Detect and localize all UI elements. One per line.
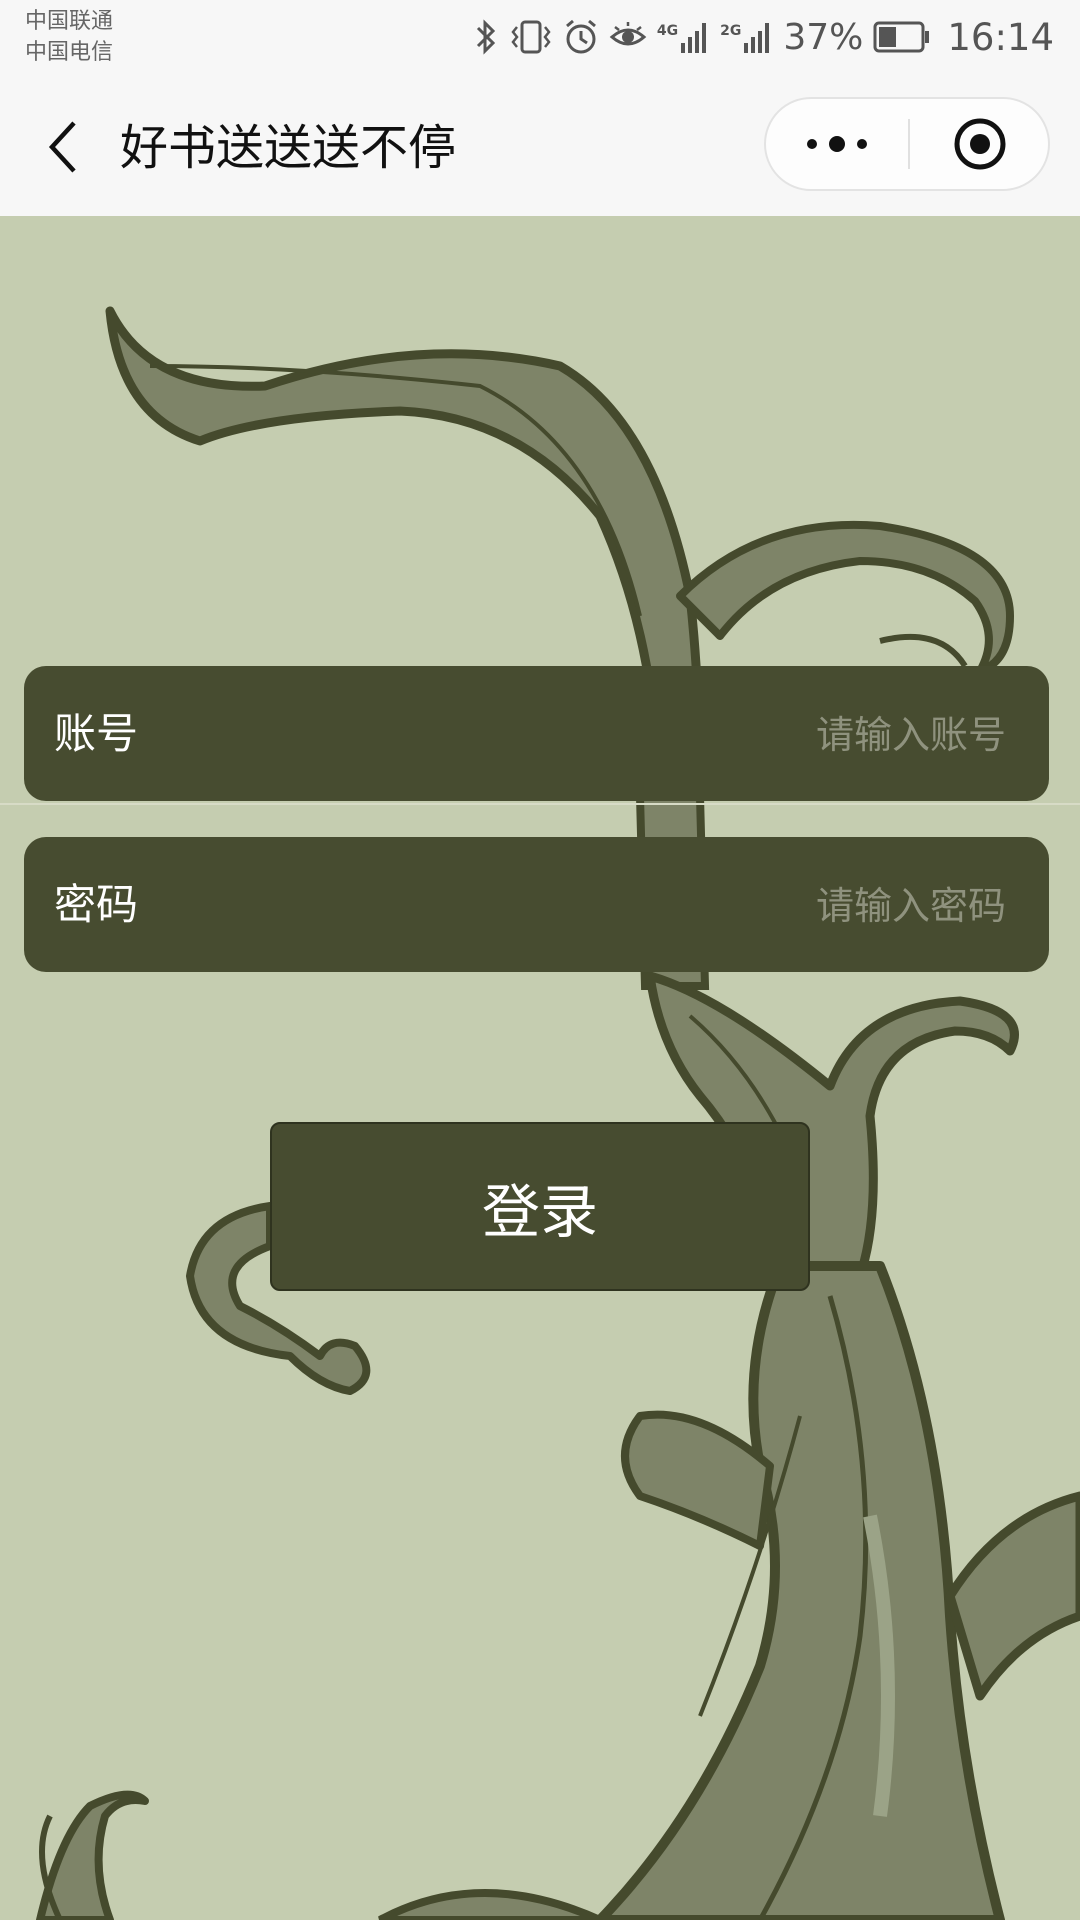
- status-bar: 中国联通 中国电信 4G 2G 37% 16:14: [0, 0, 1080, 75]
- more-button[interactable]: [766, 99, 908, 189]
- page-title: 好书送送送不停: [120, 120, 457, 176]
- login-button[interactable]: 登录: [270, 1122, 810, 1291]
- network-2g-label: 2G: [720, 23, 742, 39]
- separator-line: [0, 803, 1080, 805]
- account-input[interactable]: [224, 696, 1008, 773]
- eye-icon: [609, 22, 647, 46]
- status-icons: 4G 2G 37% 16:14: [473, 12, 1054, 62]
- password-field: 密码: [24, 837, 1049, 972]
- account-field: 账号: [24, 666, 1049, 801]
- screen: 中国联通 中国电信 4G 2G 37% 16:14 好书送送送不停 账号 请输入…: [0, 0, 1080, 1920]
- carrier-info: 中国联通 中国电信: [25, 6, 113, 68]
- close-button[interactable]: [910, 99, 1050, 189]
- carrier-1: 中国联通: [25, 9, 114, 34]
- mini-program-capsule: [764, 97, 1050, 191]
- signal-4g: 4G: [657, 19, 710, 55]
- title-bar: 好书送送送不停: [0, 75, 1080, 216]
- bluetooth-icon: [476, 19, 495, 55]
- battery-icon: [873, 21, 930, 53]
- signal-bars-icon: [744, 23, 770, 53]
- battery-percent: 37%: [783, 16, 864, 58]
- carrier-2: 中国电信: [25, 40, 114, 65]
- beanstalk-background-illustration: [36, 306, 1080, 1920]
- account-label: 账号: [54, 709, 139, 758]
- chevron-left-icon: [48, 121, 76, 173]
- password-label: 密码: [54, 880, 139, 929]
- network-4g-label: 4G: [656, 23, 679, 39]
- target-close-icon: [954, 118, 1006, 170]
- back-button[interactable]: [32, 107, 92, 187]
- clock: 16:14: [947, 15, 1054, 59]
- signal-2g: 2G: [720, 19, 773, 55]
- more-dots-icon: [807, 136, 867, 152]
- vibrate-icon: [511, 20, 551, 54]
- signal-bars-icon: [681, 23, 707, 53]
- login-area: 账号 密码 登录: [0, 216, 1080, 1920]
- alarm-icon: [565, 19, 596, 54]
- password-input[interactable]: [224, 867, 1008, 944]
